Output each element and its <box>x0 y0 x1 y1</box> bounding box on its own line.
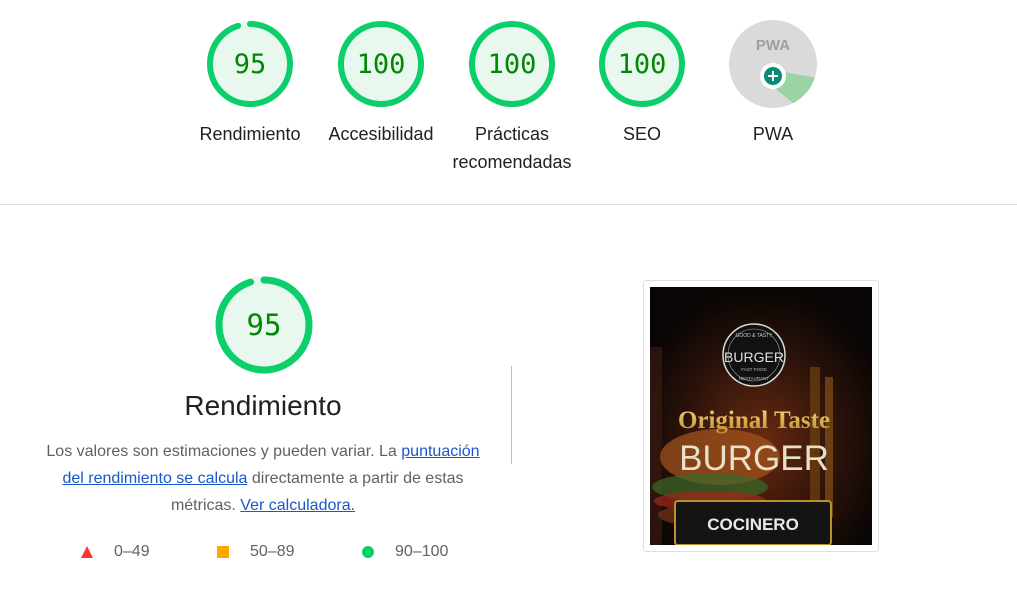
score-value: 100 <box>617 48 667 80</box>
score-label: Prácticas recomendadas <box>452 124 572 172</box>
score-gauge-performance[interactable]: 95 Rendimiento <box>185 20 315 148</box>
score-ring: 100 <box>468 20 556 108</box>
legend-range: 90–100 <box>395 543 449 560</box>
circle-icon <box>362 546 374 558</box>
performance-title: Rendimiento <box>184 390 342 421</box>
plus-circle-icon <box>760 63 786 89</box>
headline-text: Original Taste <box>678 407 830 434</box>
screenshot-image: GOOD & TASTY BURGER FAST FOOD RESTAURANT… <box>650 287 872 545</box>
score-gauge-seo[interactable]: 100 SEO <box>577 20 707 148</box>
score-legend: 0–49 50–89 90–100 <box>80 543 480 565</box>
score-gauge-accessibility[interactable]: 100 Accesibilidad <box>316 20 446 148</box>
triangle-icon <box>81 546 93 558</box>
score-ring: 100 <box>598 20 686 108</box>
legend-range: 50–89 <box>250 543 295 560</box>
logo-main-text: BURGER <box>724 349 784 365</box>
legend-average: 50–89 <box>216 543 295 561</box>
performance-description: Los valores son estimaciones y pueden va… <box>34 438 492 519</box>
score-ring: 95 <box>206 20 294 108</box>
score-value: 95 <box>233 48 267 80</box>
score-label: Accesibilidad <box>328 124 434 144</box>
section-divider <box>0 204 1017 205</box>
legend-pass: 90–100 <box>361 543 448 561</box>
score-value: 100 <box>487 48 537 80</box>
pwa-badge-text: PWA <box>756 37 790 54</box>
legend-range: 0–49 <box>114 543 150 560</box>
score-label: PWA <box>752 124 794 144</box>
description-text: Los valores son estimaciones y pueden va… <box>46 443 402 460</box>
score-label: Rendimiento <box>199 124 301 144</box>
score-label: SEO <box>622 124 661 144</box>
score-gauge-pwa[interactable]: PWA PWA <box>708 20 838 148</box>
final-screenshot-thumbnail[interactable]: GOOD & TASTY BURGER FAST FOOD RESTAURANT… <box>643 280 879 552</box>
performance-score: 95 <box>246 308 282 342</box>
logo-bottom-text: RESTAURANT <box>739 376 769 381</box>
screenshot-art: GOOD & TASTY BURGER FAST FOOD RESTAURANT… <box>650 287 872 545</box>
score-ring: 100 <box>337 20 425 108</box>
vertical-divider <box>511 366 512 464</box>
pwa-badge: PWA <box>729 20 817 108</box>
square-icon <box>217 546 229 558</box>
logo-sub-text: FAST FOOD <box>741 367 767 372</box>
subheadline-text: BURGER <box>679 439 829 478</box>
logo-top-text: GOOD & TASTY <box>735 333 773 339</box>
score-gauge-best-practices[interactable]: 100 Prácticas recomendadas <box>447 20 577 176</box>
legend-fail: 0–49 <box>80 543 150 561</box>
score-value: 100 <box>356 48 406 80</box>
cocinero-button-text: COCINERO <box>707 515 799 534</box>
performance-gauge: 95 <box>214 275 314 375</box>
calculator-link[interactable]: Ver calculadora. <box>240 497 355 514</box>
